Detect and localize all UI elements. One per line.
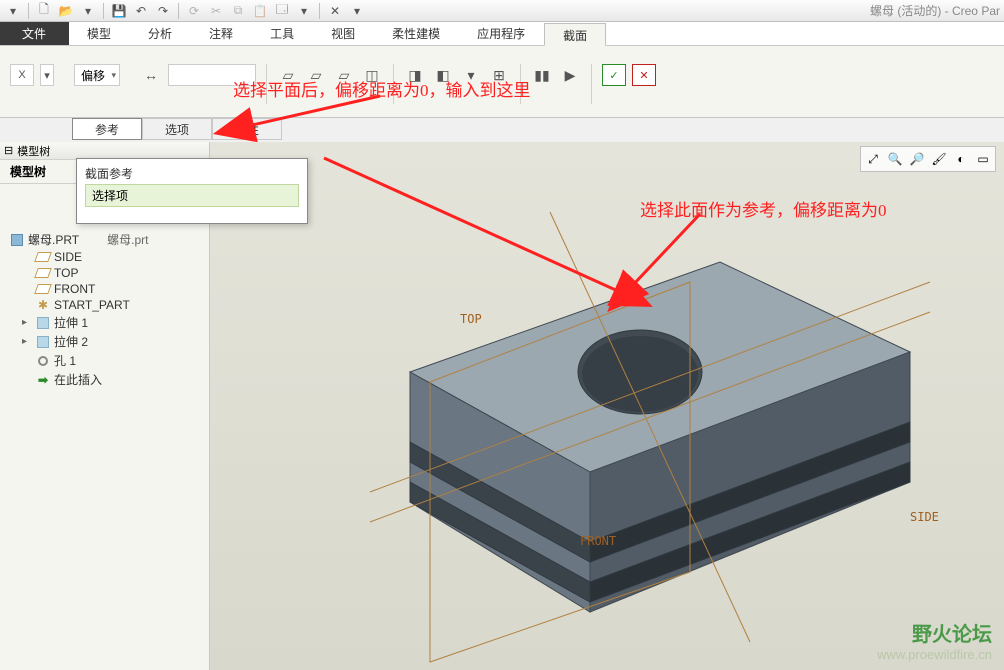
separator (103, 3, 104, 19)
close-icon[interactable]: ✕ (326, 2, 344, 20)
tab-tools[interactable]: 工具 (252, 22, 313, 45)
ribbon-tabs: 文件 模型 分析 注释 工具 视图 柔性建模 应用程序 截面 (0, 22, 1004, 46)
annotation-1: 选择平面后，偏移距离为0，输入到这里 (233, 76, 531, 101)
axis-x-button[interactable]: X (10, 64, 34, 86)
tree-item[interactable]: ➡在此插入 (4, 370, 205, 389)
datum-front-label: FRONT (580, 534, 616, 548)
tab-file[interactable]: 文件 (0, 22, 69, 45)
tab-flexible[interactable]: 柔性建模 (374, 22, 459, 45)
separator (28, 3, 29, 19)
subtab-reference[interactable]: 参考 (72, 118, 142, 140)
dropdown-icon[interactable]: ▾ (79, 2, 97, 20)
open-icon[interactable]: 📂 (57, 2, 75, 20)
title-bar: ▾ 🗋 📂 ▾ 💾 ↶ ↷ ⟳ ✂ ⧉ 📋 🗔 ▾ ✕ ▾ 螺母 (活动的) -… (0, 0, 1004, 22)
dimension-icon: ↔ (140, 64, 162, 86)
model-tree: 螺母.PRT 螺母.prt SIDETOPFRONT✱START_PART▸拉伸… (0, 224, 209, 395)
sub-tabs: 参考 选项 属性 (0, 118, 1004, 142)
graphics-viewport[interactable]: ⤢ 🔍 🔎 🖌 ◐ ▭ (210, 142, 1004, 670)
undo-icon[interactable]: ↶ (132, 2, 150, 20)
close-window-icon[interactable]: ▾ (295, 2, 313, 20)
subtab-properties[interactable]: 属性 (212, 118, 282, 140)
paste-icon: 📋 (251, 2, 269, 20)
dropdown-icon[interactable]: ▾ (348, 2, 366, 20)
separator (319, 3, 320, 19)
tab-analysis[interactable]: 分析 (130, 22, 191, 45)
tree-item[interactable]: ✱START_PART (4, 297, 205, 313)
tab-section[interactable]: 截面 (544, 23, 606, 46)
tree-item[interactable]: TOP (4, 265, 205, 281)
selection-box[interactable]: 选择项 (85, 184, 299, 207)
popup-label: 截面参考 (85, 165, 299, 182)
tree-item[interactable]: ▸拉伸 1 (4, 313, 205, 332)
tree-item[interactable]: FRONT (4, 281, 205, 297)
datum-side-label: SIDE (910, 510, 939, 524)
new-icon[interactable]: 🗋 (35, 2, 53, 20)
tab-apps[interactable]: 应用程序 (459, 22, 544, 45)
copy-icon: ⧉ (229, 2, 247, 20)
play-icon[interactable]: ▶ (559, 64, 581, 86)
annotation-2: 选择此面作为参考，偏移距离为0 (640, 196, 887, 221)
datum-top-label: TOP (460, 312, 482, 326)
tree-item[interactable]: 孔 1 (4, 351, 205, 370)
window-title: 螺母 (活动的) - Creo Par (870, 2, 1000, 19)
save-icon[interactable]: 💾 (110, 2, 128, 20)
tab-annotate[interactable]: 注释 (191, 22, 252, 45)
tree-item[interactable]: SIDE (4, 249, 205, 265)
tree-item[interactable]: ▸拉伸 2 (4, 332, 205, 351)
tab-model[interactable]: 模型 (69, 22, 130, 45)
cancel-button[interactable]: ✕ (632, 64, 656, 86)
offset-select[interactable]: 偏移 (74, 64, 120, 86)
redo-icon[interactable]: ↷ (154, 2, 172, 20)
ok-button[interactable]: ✓ (602, 64, 626, 86)
menu-icon[interactable]: ▾ (4, 2, 22, 20)
tab-view[interactable]: 视图 (313, 22, 374, 45)
separator (178, 3, 179, 19)
reference-popup: 截面参考 选择项 (76, 158, 308, 224)
tree-icon: ⊟ (4, 144, 13, 157)
separator (591, 64, 592, 104)
regen-icon: ⟳ (185, 2, 203, 20)
pause-icon[interactable]: ▮▮ (531, 64, 553, 86)
window-icon[interactable]: 🗔 (273, 2, 291, 20)
axis-dropdown[interactable]: ▾ (40, 64, 54, 86)
model-render (210, 142, 1004, 670)
tool-icon: ✂ (207, 2, 225, 20)
subtab-options[interactable]: 选项 (142, 118, 212, 140)
part-icon (11, 234, 23, 246)
tree-root[interactable]: 螺母.PRT 螺母.prt (4, 230, 205, 249)
watermark: 野火论坛 www.proewildfire.cn (877, 618, 992, 662)
